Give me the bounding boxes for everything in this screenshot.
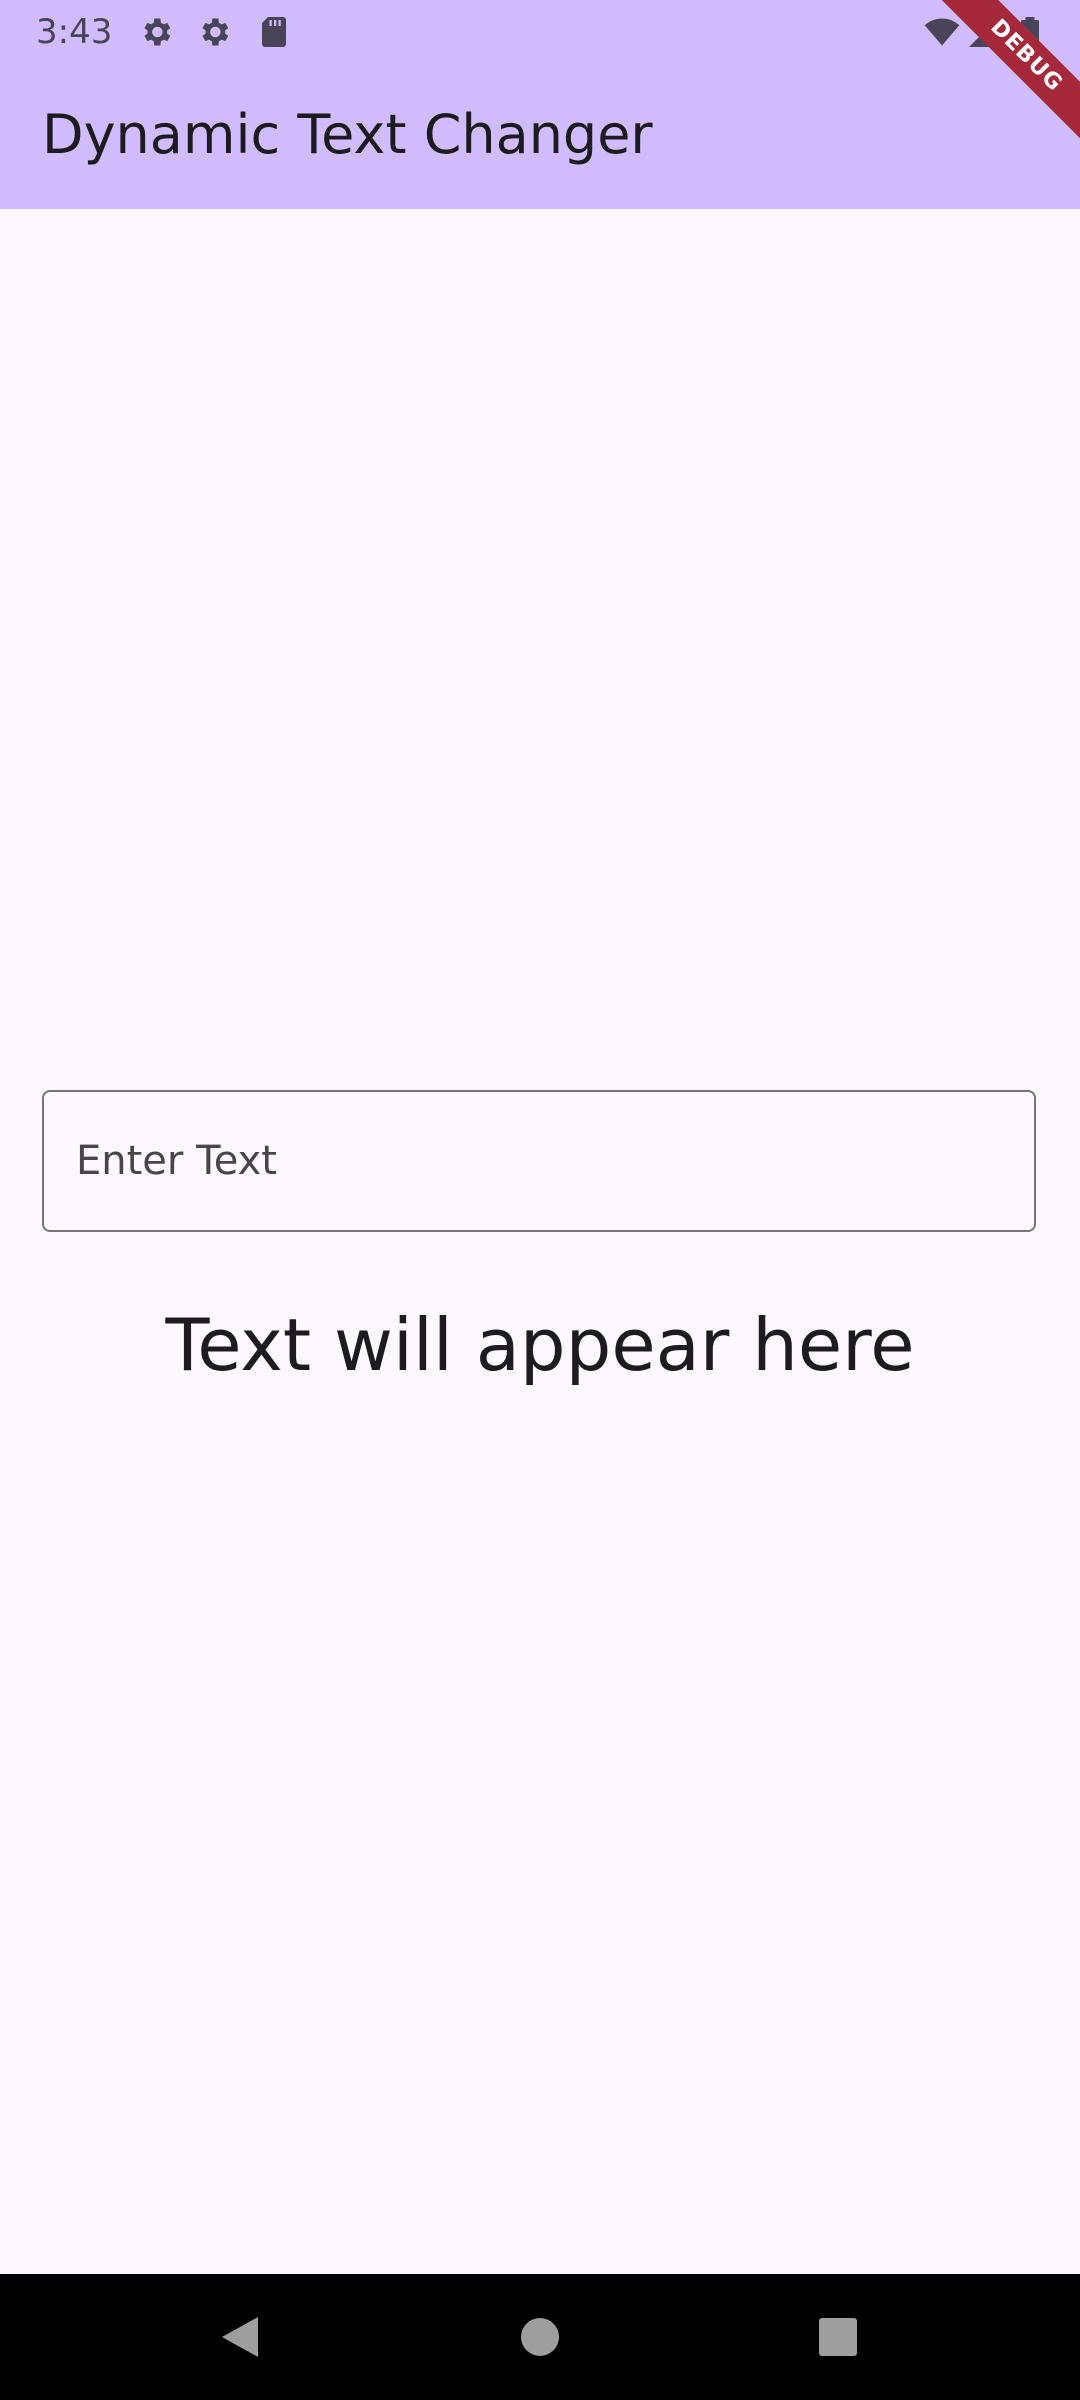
wifi-icon: [924, 14, 960, 50]
recents-icon: [819, 2318, 857, 2356]
back-button[interactable]: [210, 2307, 270, 2367]
status-time: 3:43: [36, 12, 113, 52]
home-icon: [521, 2318, 559, 2356]
app-bar: 3:43 Dynamic Text Changer: [0, 0, 1080, 209]
gear-icon: [196, 14, 232, 50]
signal-icon: [966, 14, 1002, 50]
navigation-bar: [0, 2274, 1080, 2400]
sd-card-icon: [256, 14, 292, 50]
text-input[interactable]: [76, 1092, 996, 1230]
gear-icon: [138, 14, 174, 50]
battery-icon: [1012, 14, 1048, 50]
text-input-field[interactable]: [42, 1090, 1036, 1232]
recents-button[interactable]: [808, 2307, 868, 2367]
page-title: Dynamic Text Changer: [42, 103, 653, 166]
back-icon: [222, 2317, 258, 2357]
output-text: Text will appear here: [165, 1303, 915, 1387]
home-button[interactable]: [510, 2307, 570, 2367]
